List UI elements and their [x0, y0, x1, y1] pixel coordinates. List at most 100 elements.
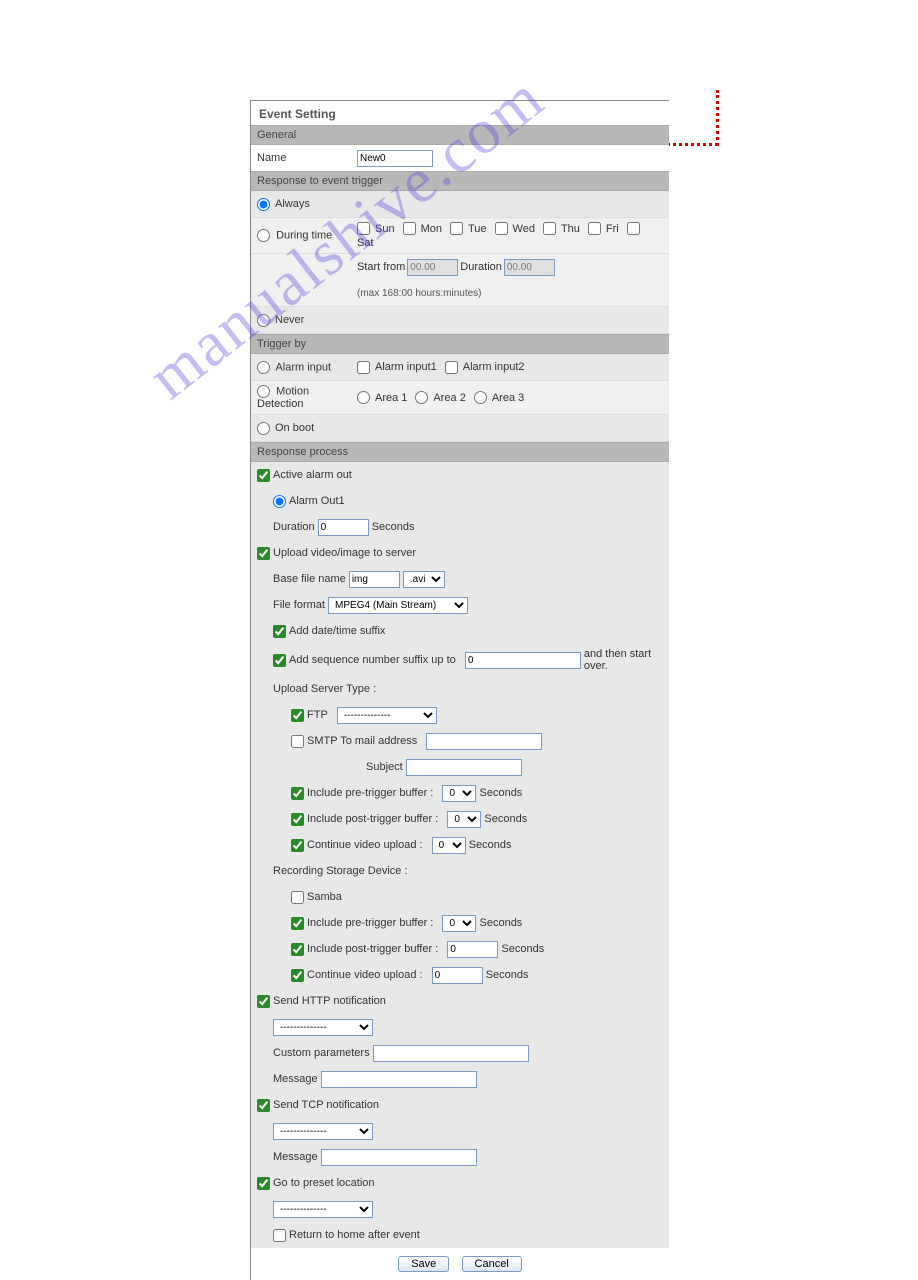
check-add-datetime[interactable]	[273, 625, 286, 638]
name-input[interactable]	[357, 150, 433, 167]
radio-alarm-out1[interactable]	[273, 495, 286, 508]
radio-motion-detection[interactable]	[257, 385, 270, 398]
page-title: Event Setting	[251, 101, 669, 125]
label-mon: Mon	[421, 223, 442, 235]
post-trigger-select[interactable]: 0	[447, 811, 481, 828]
label-smtp: SMTP To mail address	[307, 735, 417, 747]
check-active-alarm-out[interactable]	[257, 469, 270, 482]
name-label: Name	[257, 152, 357, 164]
cont-upload-input2[interactable]	[432, 967, 483, 984]
radio-area2[interactable]	[415, 391, 428, 404]
subject-input[interactable]	[406, 759, 522, 776]
label-never: Never	[275, 314, 304, 326]
check-post-trigger2[interactable]	[291, 943, 304, 956]
label-during-time: During time	[276, 229, 332, 241]
check-sun[interactable]	[357, 222, 370, 235]
ftp-select[interactable]: --------------	[337, 707, 437, 724]
label-alarm-input1: Alarm input1	[375, 361, 437, 373]
check-pre-trigger2[interactable]	[291, 917, 304, 930]
label-fri: Fri	[606, 223, 619, 235]
label-start-from: Start from	[357, 261, 405, 273]
label-post-trigger: Include post-trigger buffer :	[307, 813, 438, 825]
label-tue: Tue	[468, 223, 487, 235]
check-wed[interactable]	[495, 222, 508, 235]
label-wed: Wed	[513, 223, 535, 235]
label-upload-server: Upload video/image to server	[273, 547, 416, 559]
cancel-button[interactable]: Cancel	[462, 1256, 522, 1272]
label-seconds3: Seconds	[484, 813, 527, 825]
cont-upload-select[interactable]: 0	[432, 837, 466, 854]
event-setting-panel: Event Setting General Name Response to e…	[250, 100, 669, 1280]
label-active-alarm-out: Active alarm out	[273, 469, 352, 481]
label-cont-upload2: Continue video upload :	[307, 969, 423, 981]
section-general: General	[251, 125, 669, 145]
http-message-input[interactable]	[321, 1071, 477, 1088]
radio-area3[interactable]	[474, 391, 487, 404]
check-samba[interactable]	[291, 891, 304, 904]
check-alarm-input2[interactable]	[445, 361, 458, 374]
post-trigger-input2[interactable]	[447, 941, 498, 958]
radio-never[interactable]	[257, 314, 270, 327]
label-custom-params: Custom parameters	[273, 1047, 370, 1059]
smtp-input[interactable]	[426, 733, 542, 750]
check-post-trigger[interactable]	[291, 813, 304, 826]
label-alarm-input: Alarm input	[275, 361, 331, 373]
radio-during-time[interactable]	[257, 229, 270, 242]
tcp-message-input[interactable]	[321, 1149, 477, 1166]
check-return-home[interactable]	[273, 1229, 286, 1242]
start-from-input[interactable]	[407, 259, 458, 276]
label-duration: Duration	[460, 261, 502, 273]
check-add-seq[interactable]	[273, 654, 286, 667]
pre-trigger-select[interactable]: 0	[442, 785, 476, 802]
http-select[interactable]: --------------	[273, 1019, 373, 1036]
check-thu[interactable]	[543, 222, 556, 235]
check-alarm-input1[interactable]	[357, 361, 370, 374]
check-fri[interactable]	[588, 222, 601, 235]
check-ftp[interactable]	[291, 709, 304, 722]
label-on-boot: On boot	[275, 422, 314, 434]
label-base-file-name: Base file name	[273, 573, 346, 585]
label-seconds2: Seconds	[480, 787, 523, 799]
check-mon[interactable]	[403, 222, 416, 235]
section-response-trigger: Response to event trigger	[251, 171, 669, 191]
duration-input[interactable]	[504, 259, 555, 276]
label-rec-storage: Recording Storage Device :	[273, 865, 408, 877]
label-message: Message	[273, 1073, 318, 1085]
check-sat[interactable]	[627, 222, 640, 235]
label-file-format: File format	[273, 599, 325, 611]
check-pre-trigger[interactable]	[291, 787, 304, 800]
label-subject: Subject	[366, 761, 403, 773]
label-seconds: Seconds	[372, 521, 415, 533]
label-add-seq: Add sequence number suffix up to	[289, 654, 456, 666]
alarm-duration-input[interactable]	[318, 519, 369, 536]
check-smtp[interactable]	[291, 735, 304, 748]
seq-input[interactable]	[465, 652, 581, 669]
check-cont-upload2[interactable]	[291, 969, 304, 982]
label-send-http: Send HTTP notification	[273, 995, 386, 1007]
radio-on-boot[interactable]	[257, 422, 270, 435]
pre-trigger-select2[interactable]: 0	[442, 915, 476, 932]
ext-select[interactable]: .avi	[403, 571, 445, 588]
file-format-select[interactable]: MPEG4 (Main Stream)	[328, 597, 468, 614]
annotation-vertical	[716, 90, 719, 146]
save-button[interactable]: Save	[398, 1256, 449, 1272]
check-send-http[interactable]	[257, 995, 270, 1008]
base-file-name-input[interactable]	[349, 571, 400, 588]
label-goto-preset: Go to preset location	[273, 1177, 375, 1189]
check-send-tcp[interactable]	[257, 1099, 270, 1112]
radio-always[interactable]	[257, 198, 270, 211]
check-cont-upload[interactable]	[291, 839, 304, 852]
label-seconds5: Seconds	[480, 917, 523, 929]
label-sat: Sat	[357, 237, 374, 249]
section-trigger-by: Trigger by	[251, 334, 669, 354]
label-area2: Area 2	[433, 392, 465, 404]
radio-area1[interactable]	[357, 391, 370, 404]
tcp-select[interactable]: --------------	[273, 1123, 373, 1140]
check-upload-server[interactable]	[257, 547, 270, 560]
label-sun: Sun	[375, 223, 395, 235]
radio-alarm-input[interactable]	[257, 361, 270, 374]
preset-select[interactable]: --------------	[273, 1201, 373, 1218]
custom-params-input[interactable]	[373, 1045, 529, 1062]
check-tue[interactable]	[450, 222, 463, 235]
label-area3: Area 3	[492, 392, 524, 404]
